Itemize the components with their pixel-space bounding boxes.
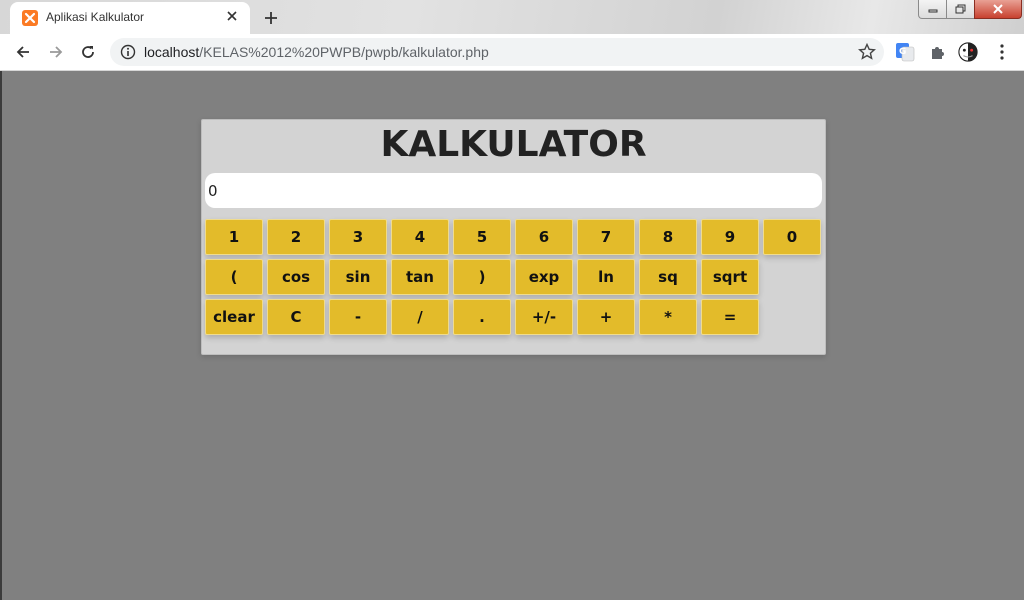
calc-key-button[interactable]: = [701,299,759,335]
xampp-favicon-icon [22,10,38,26]
calc-key-button[interactable]: +/- [515,299,573,335]
calc-key-button[interactable]: cos [267,259,325,295]
calculator-panel: KALKULATOR 1234567890 (cossintan)explnsqs… [201,119,826,355]
url-path: /KELAS%2012%20PWPB/pwpb/kalkulator.php [199,44,489,60]
back-arrow-icon[interactable] [11,40,35,64]
reload-icon[interactable] [76,40,100,64]
calc-key-button[interactable]: sin [329,259,387,295]
calc-key-button[interactable]: ) [453,259,511,295]
tab-title: Aplikasi Kalkulator [46,10,145,24]
browser-tab[interactable]: Aplikasi Kalkulator [10,2,250,34]
new-tab-button[interactable] [258,5,284,31]
google-translate-icon[interactable]: G [895,42,915,62]
close-window-button[interactable] [974,0,1022,19]
calc-key-button[interactable]: 8 [639,219,697,255]
bookmark-star-icon[interactable] [858,43,876,61]
calc-key-button[interactable]: 0 [763,219,821,255]
window-left-edge [0,71,2,600]
calc-key-button[interactable]: tan [391,259,449,295]
calc-key-button[interactable]: 9 [701,219,759,255]
calc-key-button[interactable]: / [391,299,449,335]
calculator-title: KALKULATOR [380,124,647,165]
calc-key-button[interactable]: C [267,299,325,335]
tab-close-icon[interactable] [224,8,240,24]
calc-key-button[interactable]: . [453,299,511,335]
browser-toolbar: localhost/KELAS%2012%20PWPB/pwpb/kalkula… [0,34,1024,71]
minimize-window-button[interactable] [918,0,948,19]
calc-key-button[interactable]: + [577,299,635,335]
browser-titlebar: Aplikasi Kalkulator [0,0,1024,34]
calc-key-button[interactable]: ( [205,259,263,295]
browser-menu-icon[interactable] [992,42,1012,62]
extensions-puzzle-icon[interactable] [927,42,947,62]
calc-key-button[interactable]: clear [205,299,263,335]
calc-key-button[interactable]: * [639,299,697,335]
url-text: localhost/KELAS%2012%20PWPB/pwpb/kalkula… [144,44,489,60]
calc-key-button[interactable]: sq [639,259,697,295]
calc-key-button[interactable]: exp [515,259,573,295]
restore-window-button[interactable] [946,0,976,19]
calc-key-button[interactable]: 5 [453,219,511,255]
forward-arrow-icon[interactable] [44,40,68,64]
calc-key-button[interactable]: - [329,299,387,335]
calc-key-button[interactable]: ln [577,259,635,295]
url-host: localhost [144,44,200,60]
address-bar[interactable]: localhost/KELAS%2012%20PWPB/pwpb/kalkula… [110,38,884,66]
calc-key-button[interactable]: 2 [267,219,325,255]
calc-key-button[interactable]: 3 [329,219,387,255]
svg-text:G: G [899,47,906,57]
calc-key-button[interactable]: 7 [577,219,635,255]
profile-avatar-icon[interactable] [958,42,978,62]
calc-key-button[interactable]: 1 [205,219,263,255]
calculator-display-input[interactable] [205,173,822,208]
calc-key-button[interactable]: sqrt [701,259,759,295]
calc-key-button[interactable]: 6 [515,219,573,255]
calc-key-button[interactable]: 4 [391,219,449,255]
site-info-icon[interactable] [120,44,136,60]
